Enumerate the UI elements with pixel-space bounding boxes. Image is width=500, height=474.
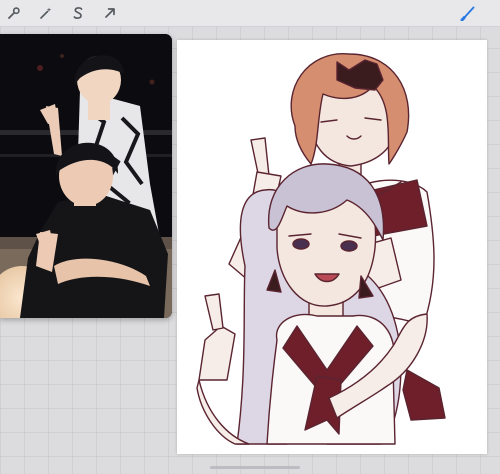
transform-button[interactable]: transform bbox=[100, 3, 120, 23]
magic-wand-icon bbox=[39, 6, 53, 20]
actions-button[interactable]: actions bbox=[4, 3, 24, 23]
wrench-icon bbox=[7, 6, 21, 20]
reference-window[interactable] bbox=[0, 34, 172, 318]
selection-s-icon bbox=[71, 6, 85, 20]
brush-icon bbox=[460, 5, 476, 21]
adjustments-button[interactable]: adjustments bbox=[36, 3, 56, 23]
top-toolbar: actions adjustments selection transform bbox=[0, 0, 500, 27]
transform-label: transform bbox=[100, 3, 101, 4]
brush-label: brush bbox=[458, 3, 459, 4]
drawing-canvas[interactable] bbox=[177, 40, 487, 454]
selection-button[interactable]: selection bbox=[68, 3, 88, 23]
reference-photo bbox=[0, 34, 172, 318]
adjustments-label: adjustments bbox=[36, 3, 37, 4]
arrow-cursor-icon bbox=[103, 6, 117, 20]
brush-button[interactable]: brush bbox=[458, 3, 478, 23]
selection-label: selection bbox=[68, 3, 69, 4]
home-indicator bbox=[210, 466, 300, 469]
actions-label: actions bbox=[4, 3, 5, 4]
illustration bbox=[196, 53, 446, 445]
